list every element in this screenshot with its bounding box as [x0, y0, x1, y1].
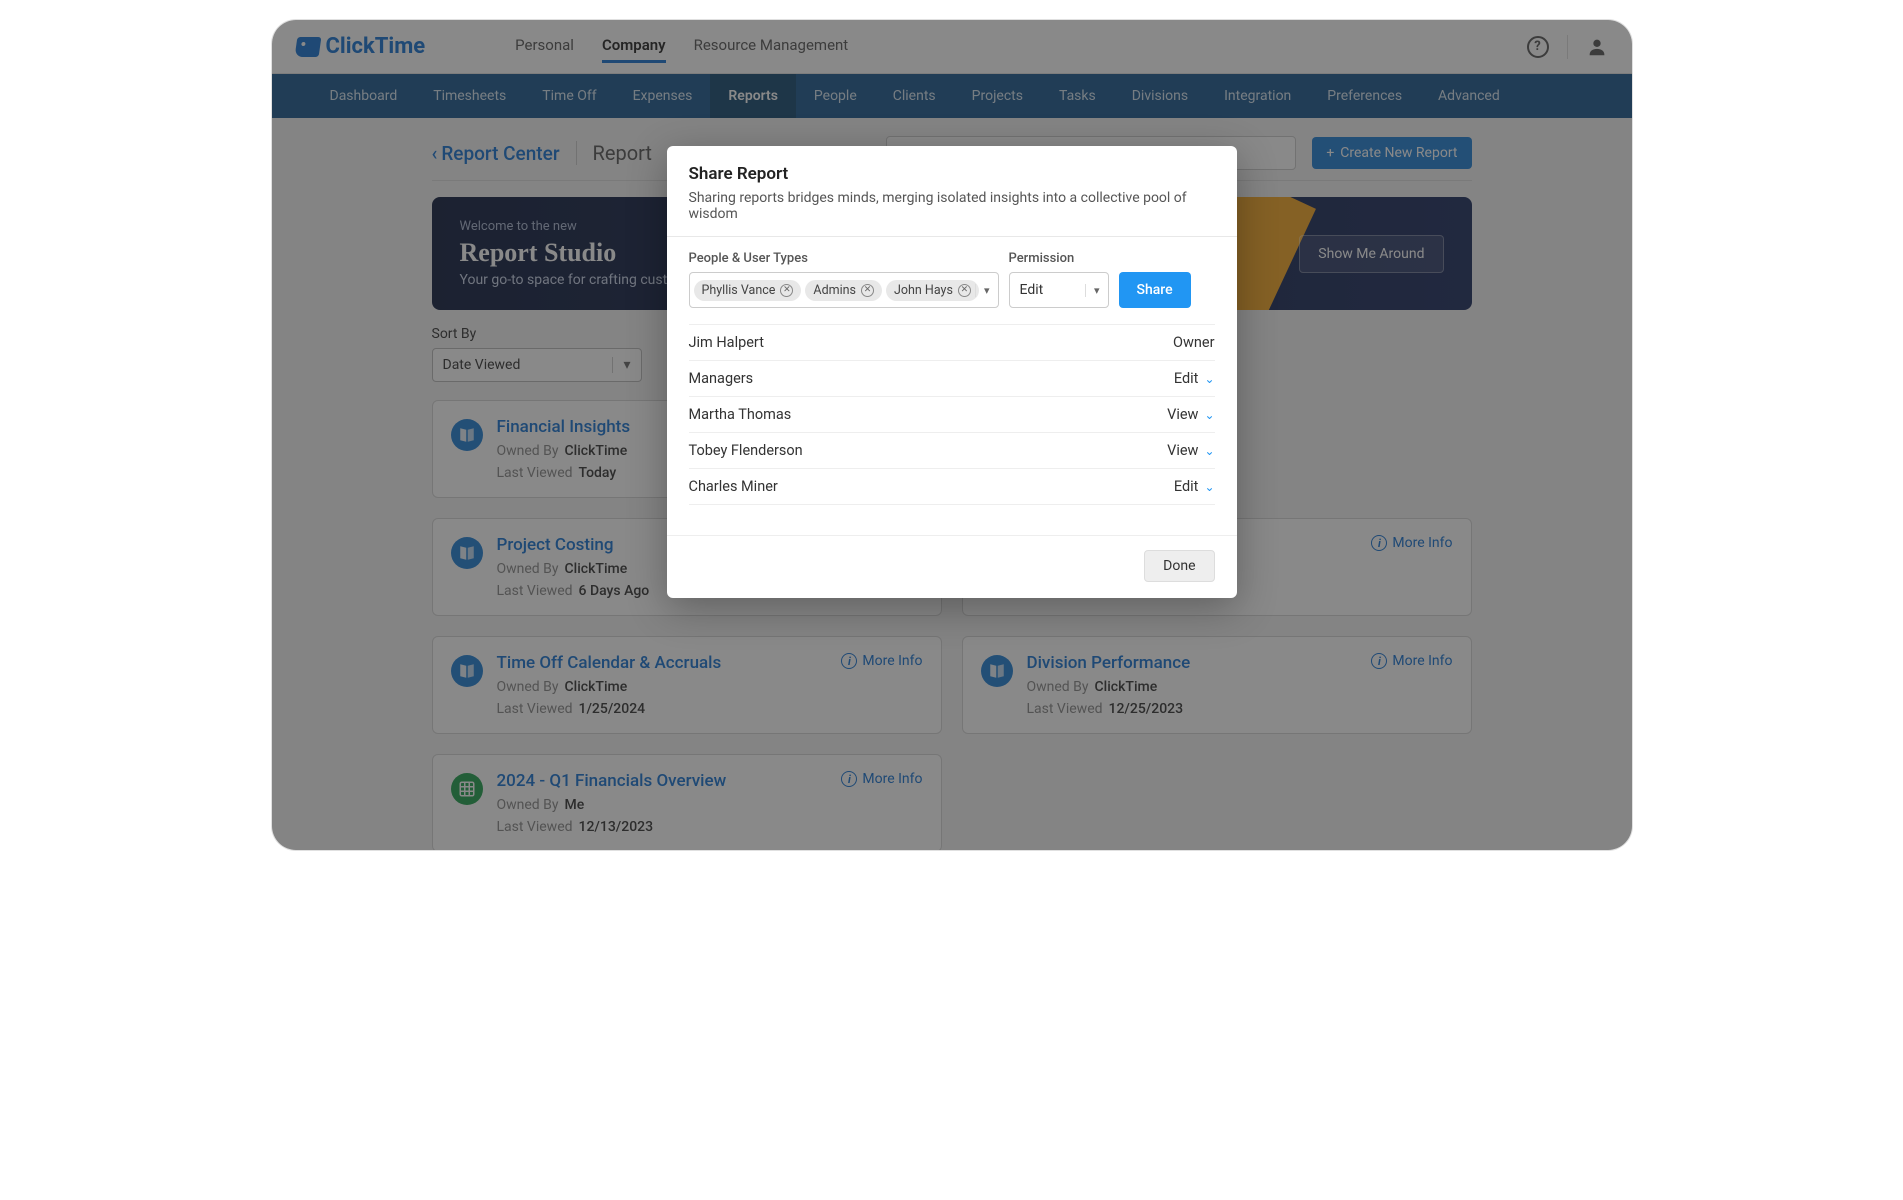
modal-title: Share Report — [689, 164, 1215, 184]
chevron-down-icon: ⌄ — [1204, 480, 1214, 494]
remove-chip-icon[interactable]: ✕ — [958, 284, 971, 297]
permission-value: Owner — [1173, 334, 1214, 351]
permission-dropdown[interactable]: View⌄ — [1167, 406, 1214, 423]
share-row: Tobey Flenderson View⌄ — [689, 433, 1215, 469]
share-row: Managers Edit⌄ — [689, 361, 1215, 397]
share-name: Martha Thomas — [689, 406, 792, 423]
permission-dropdown[interactable]: View⌄ — [1167, 442, 1214, 459]
share-row: Charles Miner Edit⌄ — [689, 469, 1215, 505]
permission-dropdown[interactable]: Edit⌄ — [1174, 370, 1215, 387]
permission-label: Permission — [1009, 251, 1109, 266]
done-button[interactable]: Done — [1144, 550, 1214, 582]
share-name: Charles Miner — [689, 478, 778, 495]
user-chip[interactable]: John Hays✕ — [886, 280, 979, 301]
chevron-down-icon: ⌄ — [1204, 372, 1214, 386]
people-input[interactable]: Phyllis Vance✕Admins✕John Hays✕ — [689, 272, 999, 308]
remove-chip-icon[interactable]: ✕ — [861, 284, 874, 297]
chevron-down-icon: ⌄ — [1204, 408, 1214, 422]
remove-chip-icon[interactable]: ✕ — [780, 284, 793, 297]
share-row: Jim Halpert Owner — [689, 324, 1215, 361]
share-name: Tobey Flenderson — [689, 442, 803, 459]
modal-subtitle: Sharing reports bridges minds, merging i… — [689, 190, 1215, 222]
share-row: Martha Thomas View⌄ — [689, 397, 1215, 433]
chevron-down-icon: ⌄ — [1204, 444, 1214, 458]
user-chip[interactable]: Admins✕ — [805, 280, 882, 301]
share-name: Managers — [689, 370, 754, 387]
share-report-modal: Share Report Sharing reports bridges min… — [667, 146, 1237, 598]
share-name: Jim Halpert — [689, 334, 764, 351]
user-chip[interactable]: Phyllis Vance✕ — [694, 280, 802, 301]
people-label: People & User Types — [689, 251, 999, 266]
share-button[interactable]: Share — [1119, 272, 1191, 308]
permission-select[interactable]: Edit — [1009, 272, 1109, 308]
permission-dropdown[interactable]: Edit⌄ — [1174, 478, 1215, 495]
